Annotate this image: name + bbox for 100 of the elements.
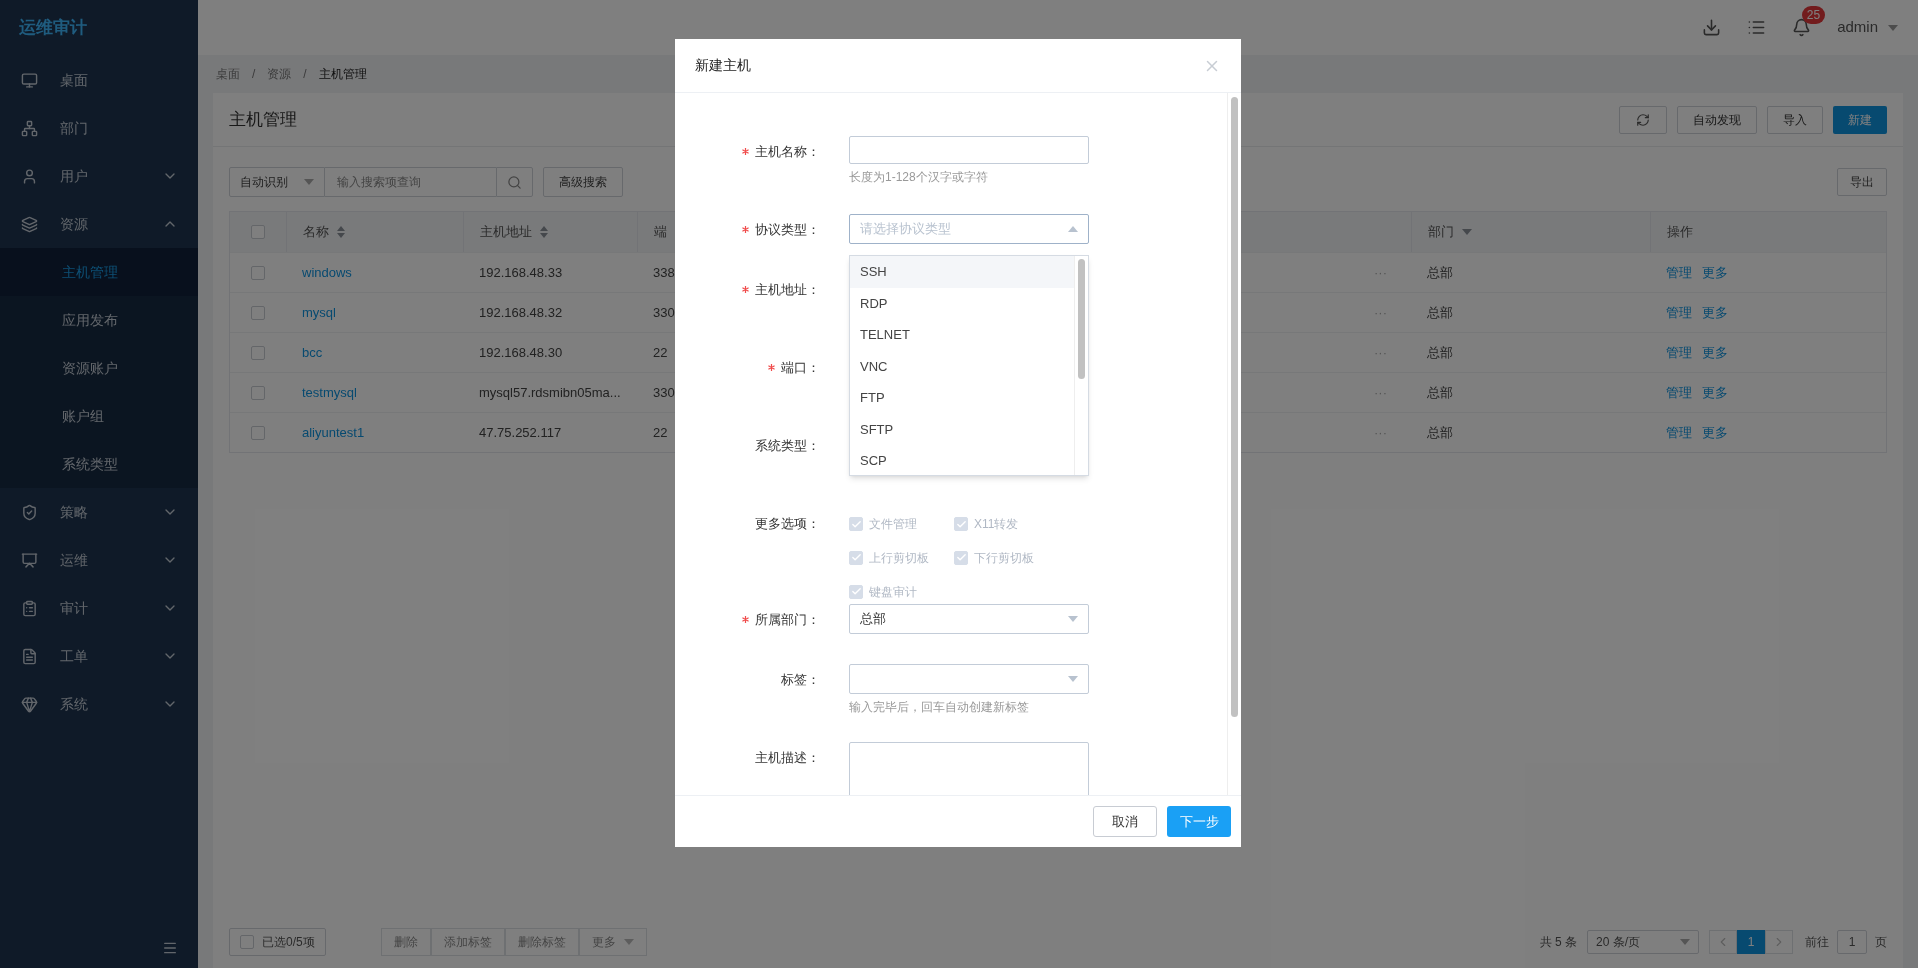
layers-icon	[21, 215, 38, 233]
action-link[interactable]: 管理	[1666, 422, 1692, 443]
sidebar-item[interactable]: 资源	[0, 200, 198, 248]
select-field[interactable]	[849, 664, 1089, 694]
column-header[interactable]: 部门	[1411, 212, 1650, 252]
column-header: 操作	[1650, 212, 1886, 252]
sidebar-item[interactable]: 部门	[0, 104, 198, 152]
notification-bell-icon[interactable]	[1792, 18, 1812, 37]
sidebar-subitem[interactable]: 系统类型	[0, 440, 198, 488]
advanced-search-button[interactable]: 高级搜索	[543, 167, 623, 197]
host-name-link[interactable]: aliyuntest1	[302, 424, 365, 440]
sidebar-item[interactable]: 桌面	[0, 56, 198, 104]
sidebar-subitem[interactable]: 主机管理	[0, 248, 198, 296]
dropdown-option[interactable]: TELNET	[850, 319, 1074, 351]
text-input-field[interactable]	[849, 136, 1089, 164]
action-link[interactable]: 管理	[1666, 382, 1692, 403]
field-hint: 长度为1-128个汉字或字符	[849, 169, 989, 186]
sidebar-item[interactable]: 用户	[0, 152, 198, 200]
field-label: 更多选项：	[755, 515, 820, 533]
required-asterisk-icon	[768, 364, 775, 372]
table-cell: 总部	[1427, 424, 1453, 440]
sidebar-item[interactable]: 系统	[0, 680, 198, 728]
cancel-button[interactable]: 取消	[1093, 806, 1157, 837]
toolbar-button[interactable]: 自动发现	[1677, 105, 1757, 134]
dropdown-option[interactable]: SSH	[850, 256, 1074, 288]
shield-icon	[21, 503, 38, 521]
table-cell: 总部	[1427, 384, 1453, 400]
dropdown-option[interactable]: RDP	[850, 287, 1074, 319]
checkbox[interactable]	[240, 935, 254, 949]
column-header[interactable]: 名称	[286, 212, 463, 252]
action-link[interactable]: 更多	[1702, 262, 1728, 283]
dialog-title: 新建主机	[695, 56, 751, 75]
scrollbar-thumb[interactable]	[1078, 259, 1085, 379]
dropdown-option[interactable]: SFTP	[850, 413, 1074, 445]
action-link[interactable]: 管理	[1666, 262, 1692, 283]
field-label: 主机描述：	[755, 749, 820, 767]
action-link[interactable]: 更多	[1702, 342, 1728, 363]
goto-page-field[interactable]: 1	[1837, 930, 1867, 954]
checkbox[interactable]	[251, 345, 265, 360]
table-cell-text: ···	[1374, 423, 1387, 442]
total-count: 共 5 条	[1539, 934, 1577, 951]
column-header[interactable]: 主机地址	[463, 212, 637, 252]
table-cell: 总部	[1427, 304, 1453, 320]
search-icon	[507, 174, 522, 190]
previous-page-button[interactable]	[1709, 930, 1737, 954]
toolbar-button[interactable]: 导入	[1767, 105, 1823, 134]
selection-counter[interactable]: 已选0/5项	[229, 928, 326, 956]
sidebar-item[interactable]: 审计	[0, 584, 198, 632]
action-link[interactable]: 更多	[1702, 422, 1728, 443]
list-icon[interactable]	[1747, 18, 1767, 37]
checkbox[interactable]	[251, 305, 265, 320]
field-hint: 输入完毕后，回车自动创建新标签	[849, 699, 1030, 716]
table-cell: 22	[653, 424, 668, 440]
checkbox[interactable]	[251, 265, 265, 280]
search-button[interactable]	[496, 167, 533, 197]
host-name-link[interactable]: mysql	[302, 304, 336, 320]
dropdown-option[interactable]: FTP	[850, 382, 1074, 414]
brand-logo-text: 运维审计	[19, 17, 87, 40]
sidebar-subitem[interactable]: 应用发布	[0, 296, 198, 344]
sort-icon[interactable]	[540, 226, 548, 238]
dropdown-option[interactable]: SCP	[850, 445, 1074, 477]
sidebar-subitem[interactable]: 账户组	[0, 392, 198, 440]
table-cell: 330	[653, 304, 675, 320]
collapse-menu-icon[interactable]	[162, 940, 178, 956]
dropdown-option[interactable]: VNC	[850, 350, 1074, 382]
page-size-select[interactable]: 20 条/页	[1587, 930, 1699, 954]
sidebar-subitem[interactable]: 资源账户	[0, 344, 198, 392]
select-field[interactable]: 总部	[849, 604, 1089, 634]
download-icon[interactable]	[1702, 18, 1722, 37]
next-page-button[interactable]	[1765, 930, 1793, 954]
host-name-link[interactable]: windows	[302, 264, 352, 280]
sidebar-item[interactable]: 策略	[0, 488, 198, 536]
user-menu[interactable]: admin	[1837, 16, 1898, 39]
field-label: 主机地址：	[755, 281, 820, 299]
search-scope-select[interactable]: 自动识别	[229, 167, 325, 197]
checkbox[interactable]	[251, 225, 265, 239]
select-field[interactable]: 请选择协议类型	[849, 214, 1089, 244]
scrollbar-thumb[interactable]	[1231, 97, 1238, 717]
sidebar-item[interactable]: 运维	[0, 536, 198, 584]
sort-icon[interactable]	[337, 226, 345, 238]
action-link[interactable]: 管理	[1666, 342, 1692, 363]
sidebar-item[interactable]: 工单	[0, 632, 198, 680]
export-button[interactable]: 导出	[1837, 168, 1887, 196]
next-step-button[interactable]: 下一步	[1167, 806, 1231, 837]
page-button[interactable]: 1	[1737, 930, 1765, 954]
goto-label: 前往	[1805, 934, 1829, 951]
refresh-button[interactable]	[1619, 105, 1667, 134]
field-label: 系统类型：	[755, 437, 820, 455]
checkbox[interactable]	[251, 425, 265, 440]
action-link[interactable]: 更多	[1702, 382, 1728, 403]
create-button[interactable]: 新建	[1833, 105, 1887, 134]
checkbox[interactable]	[251, 385, 265, 400]
host-name-link[interactable]: bcc	[302, 344, 323, 360]
breadcrumb-item[interactable]: 桌面	[216, 65, 240, 83]
action-link[interactable]: 更多	[1702, 302, 1728, 323]
caret-icon	[1888, 24, 1898, 31]
host-name-link[interactable]: testmysql	[302, 384, 357, 400]
action-link[interactable]: 管理	[1666, 302, 1692, 323]
field-label: 端口：	[781, 359, 820, 377]
clipboard-icon	[21, 599, 38, 617]
